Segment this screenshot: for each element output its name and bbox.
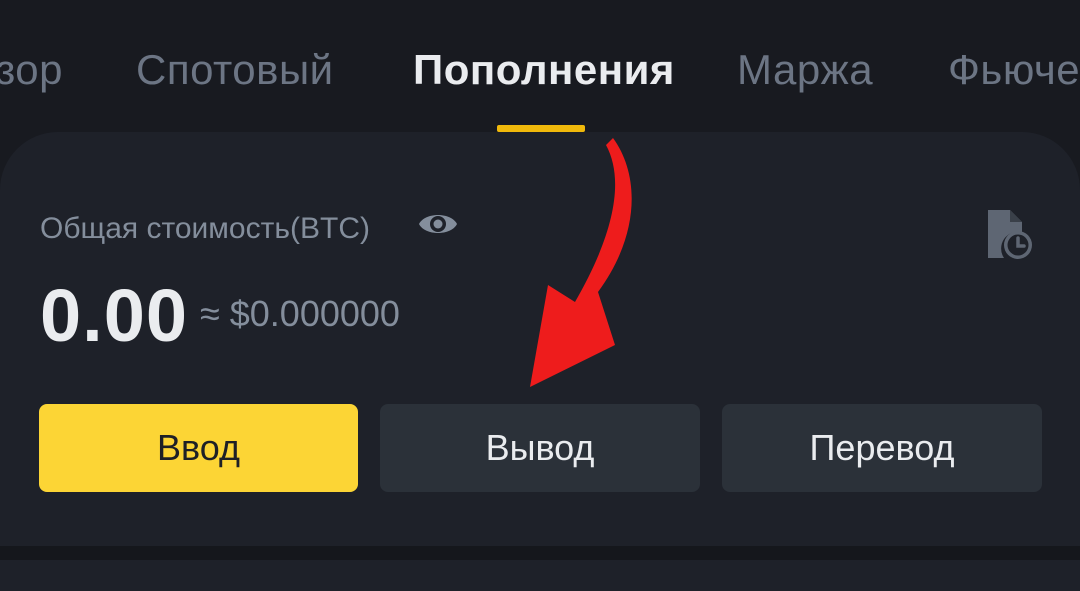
tab-futures[interactable]: Фьюче [948, 42, 1080, 98]
next-section [0, 560, 1080, 591]
deposit-button[interactable]: Ввод [39, 404, 358, 492]
tab-overview[interactable]: зор [0, 42, 63, 98]
balance-usd-estimate: ≈ $0.000000 [200, 293, 400, 334]
deposit-button-label: Ввод [157, 427, 240, 468]
eye-icon[interactable] [417, 206, 459, 242]
withdraw-button[interactable]: Вывод [380, 404, 700, 492]
tab-funding[interactable]: Пополнения [413, 42, 675, 98]
history-icon[interactable] [984, 208, 1034, 262]
tab-margin[interactable]: Маржа [737, 42, 873, 98]
tab-bar: зор Спотовый Пополнения Маржа Фьюче [0, 0, 1080, 132]
balance-label: Общая стоимость(BTC) [40, 212, 370, 245]
active-tab-indicator [497, 125, 585, 132]
transfer-button[interactable]: Перевод [722, 404, 1042, 492]
withdraw-button-label: Вывод [485, 427, 595, 468]
screen: зор Спотовый Пополнения Маржа Фьюче Обща… [0, 0, 1080, 591]
balance-value: 0.00 [40, 274, 189, 357]
transfer-button-label: Перевод [809, 427, 955, 468]
tab-spot[interactable]: Спотовый [136, 42, 334, 98]
divider [0, 546, 1080, 560]
